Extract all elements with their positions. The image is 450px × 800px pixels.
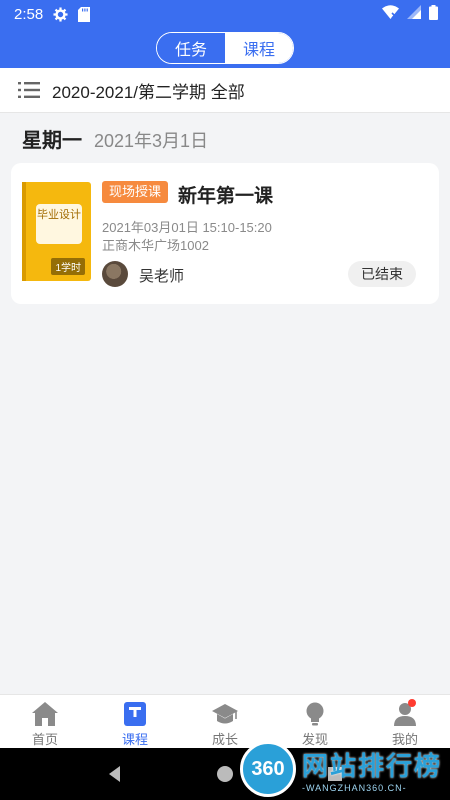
teacher-avatar [102,261,128,287]
status-badge: 已结束 [348,261,416,287]
app-header: 任务 课程 [0,28,450,68]
battery-icon [429,4,438,24]
list-menu-icon[interactable] [18,81,40,99]
back-icon[interactable] [105,764,125,784]
course-time: 2021年03月01日 15:10-15:20 [102,220,272,235]
lightbulb-icon [306,702,324,726]
weekday-label: 星期一 [22,130,82,152]
status-bar: 2:58 [0,0,450,28]
notification-dot [408,699,416,707]
nav-home-label: 首页 [31,732,58,747]
nav-growth-label: 成长 [211,732,238,747]
hours-badge: 1学时 [51,258,85,275]
watermark: 360 网站排行榜 -WANGZHAN360.CN- [240,740,445,798]
course-card[interactable]: 毕业设计 1学时 现场授课 新年第一课 2021年03月01日 15:10-15… [11,163,439,304]
nav-course[interactable]: 课程 [90,695,180,748]
course-location: 正商木华广场1002 [102,238,209,253]
wifi-icon [382,5,399,23]
watermark-title: 网站排行榜 [302,750,443,781]
teacher-name: 吴老师 [139,268,185,285]
status-time: 2:58 [14,5,44,23]
course-type-tag: 现场授课 [102,181,169,203]
settings-gear-icon [53,6,68,22]
day-heading: 星期一 2021年3月1日 [22,124,208,153]
course-icon [124,702,146,726]
term-label[interactable]: 2020-2021/第二学期 全部 [52,78,245,103]
sd-card-icon [78,6,91,22]
tab-task[interactable]: 任务 [157,33,225,63]
watermark-logo: 360 [240,741,296,797]
graduation-cap-icon [212,704,238,724]
watermark-text: 网站排行榜 -WANGZHAN360.CN- [302,746,442,793]
home-circle-icon[interactable] [215,764,235,784]
course-cover: 毕业设计 1学时 [22,182,91,281]
watermark-subtitle: -WANGZHAN360.CN- [302,782,407,793]
nav-home[interactable]: 首页 [0,695,90,748]
signal-icon [407,5,421,23]
course-title: 新年第一课 [178,186,274,207]
segment-switch: 任务 课程 [156,32,294,64]
cover-spine [22,182,26,281]
tab-course[interactable]: 课程 [225,33,293,63]
cover-label: 毕业设计 [36,204,82,244]
date-label: 2021年3月1日 [94,131,209,151]
home-icon [32,702,58,726]
term-filter-bar[interactable]: 2020-2021/第二学期 全部 [0,68,450,113]
nav-course-label: 课程 [121,732,148,747]
